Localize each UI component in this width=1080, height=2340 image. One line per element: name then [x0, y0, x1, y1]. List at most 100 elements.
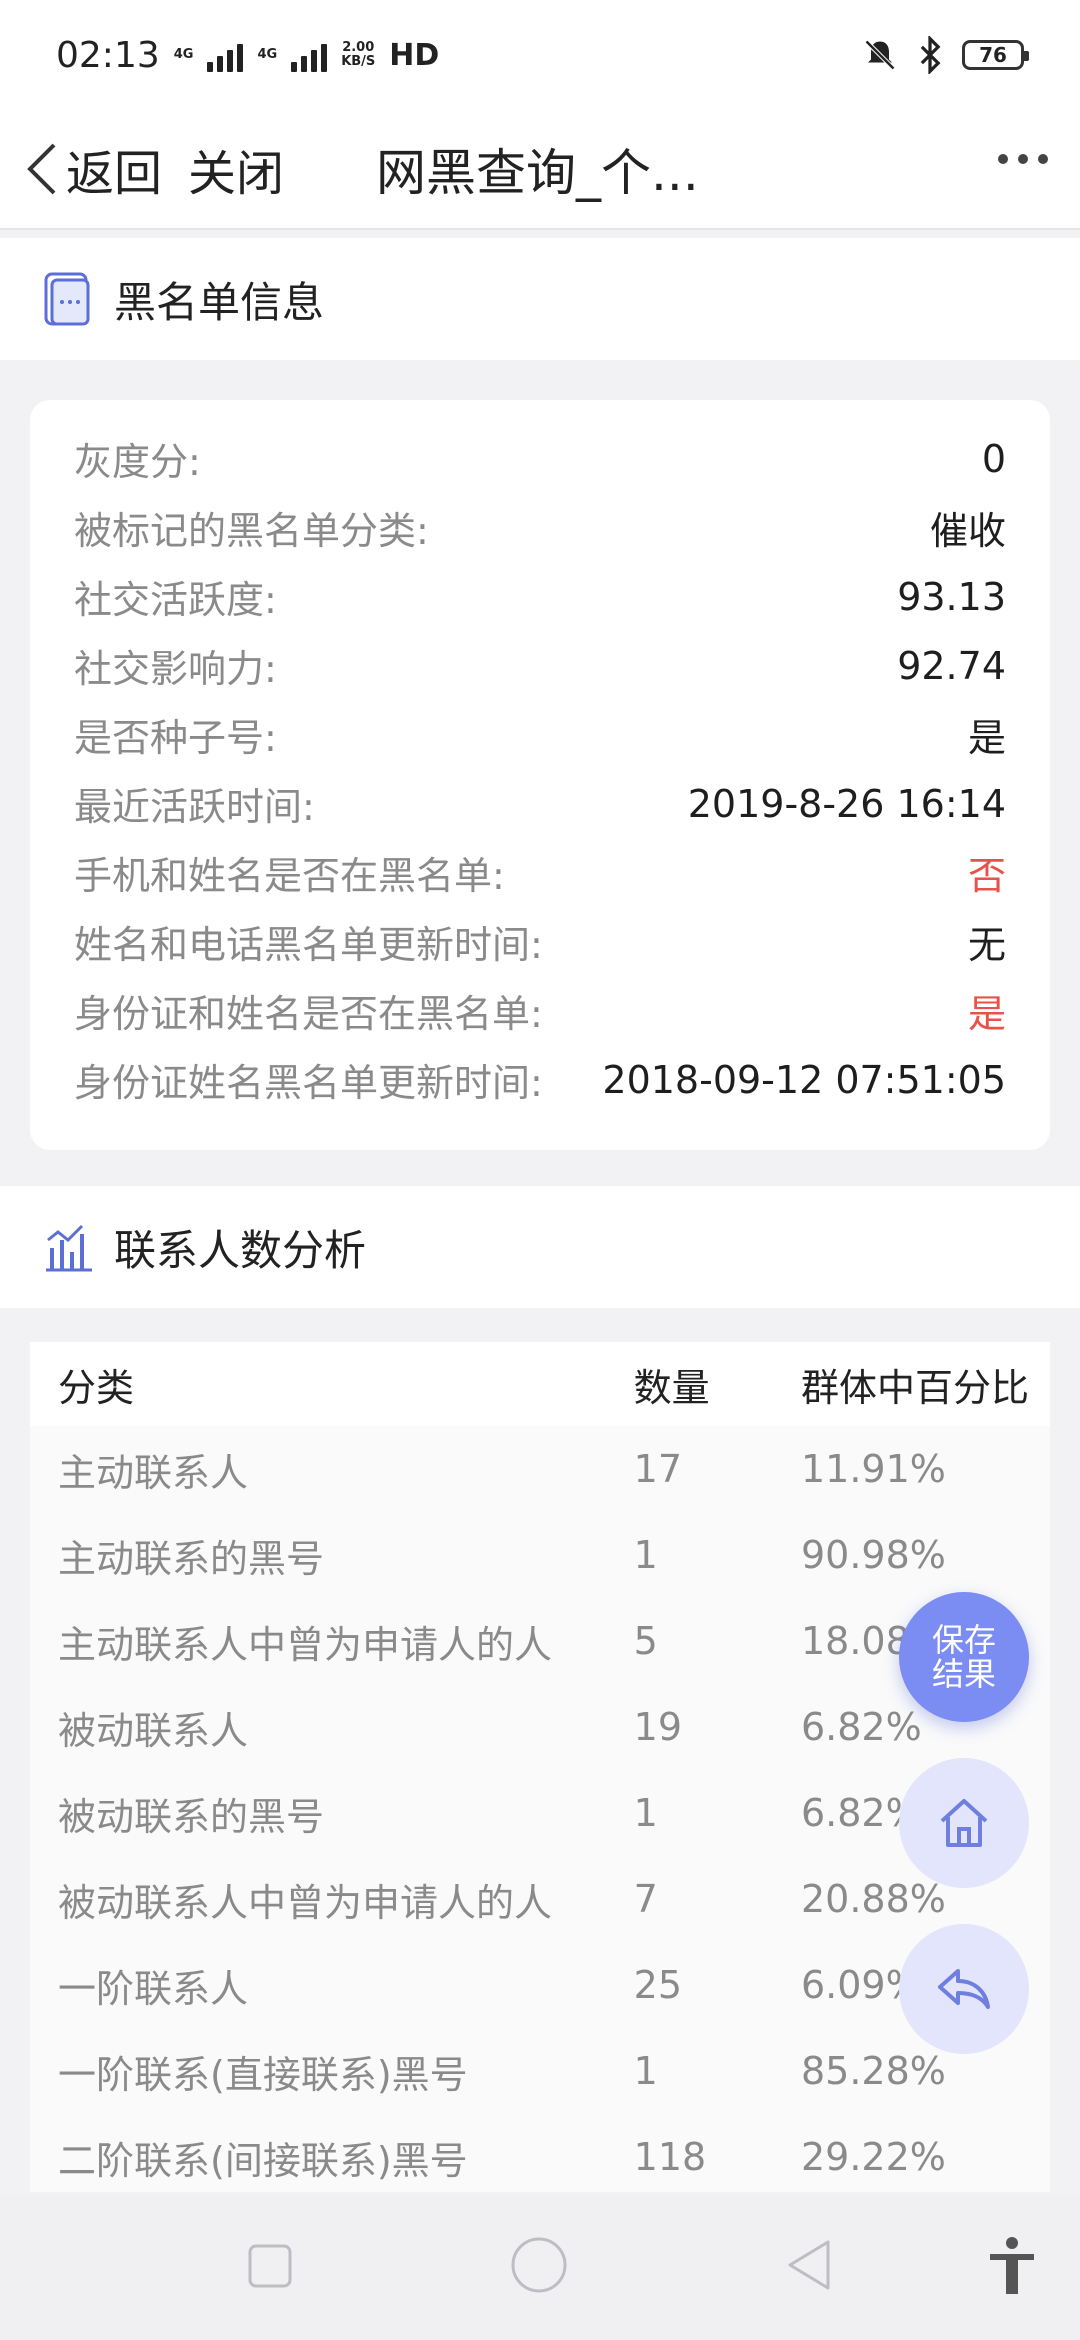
count-cell: 1 — [633, 2049, 658, 2093]
save-result-label-2: 结果 — [931, 1655, 996, 1693]
signal-strength-icon — [207, 38, 244, 72]
count-cell: 118 — [633, 2135, 707, 2179]
info-row: 灰度分: 0 — [30, 424, 1050, 493]
count-cell: 17 — [633, 1447, 683, 1491]
back-triangle-icon[interactable] — [784, 2238, 834, 2292]
column-header-percent: 群体中百分比 — [801, 1365, 1030, 1410]
accessibility-icon[interactable] — [986, 2236, 1038, 2298]
count-cell: 5 — [633, 1619, 658, 1663]
back-label: 返回 — [66, 146, 163, 202]
more-dot-icon — [998, 154, 1008, 164]
more-options-button[interactable] — [998, 154, 1048, 164]
table-row: 主动联系人 17 11.91% — [30, 1426, 1050, 1512]
network-speed-unit: KB/S — [341, 54, 376, 69]
info-value: 2018-09-12 07:51:05 — [602, 1057, 1006, 1102]
battery-icon: 76 — [962, 40, 1029, 70]
bar-chart-icon — [46, 1224, 92, 1272]
info-value: 92.74 — [897, 643, 1006, 688]
network-speed-value: 2.00 — [342, 40, 375, 55]
info-row: 社交影响力: 92.74 — [30, 631, 1050, 700]
info-row: 被标记的黑名单分类: 催收 — [30, 493, 1050, 562]
hd-label: HD — [389, 37, 440, 73]
system-navigation-bar — [0, 2196, 1080, 2340]
contacts-section-title: 联系人数分析 — [114, 1225, 367, 1275]
info-row: 社交活跃度: 93.13 — [30, 562, 1050, 631]
contacts-section-header: 联系人数分析 — [0, 1186, 1080, 1308]
document-list-icon — [44, 272, 90, 326]
close-button[interactable]: 关闭 — [188, 134, 284, 204]
table-row: 一阶联系人 25 6.09% — [30, 1942, 1050, 2028]
percent-cell: 20.88% — [801, 1877, 946, 1921]
percent-cell: 6.82% — [801, 1705, 922, 1749]
column-header-category: 分类 — [58, 1365, 135, 1410]
info-label: 最近活跃时间: — [74, 785, 315, 829]
info-value: 2019-8-26 16:14 — [687, 781, 1006, 826]
recent-apps-icon[interactable] — [246, 2242, 294, 2290]
category-cell: 一阶联系(直接联系)黑号 — [58, 2052, 468, 2097]
info-label: 是否种子号: — [74, 716, 277, 760]
home-button[interactable] — [899, 1758, 1029, 1888]
home-circle-icon[interactable] — [510, 2236, 568, 2294]
info-value: 93.13 — [897, 574, 1006, 619]
category-cell: 被动联系人 — [58, 1708, 249, 1753]
percent-cell: 85.28% — [801, 2049, 946, 2093]
info-row: 姓名和电话黑名单更新时间: 无 — [30, 907, 1050, 976]
table-row: 被动联系人 19 6.82% — [30, 1684, 1050, 1770]
table-row: 一阶联系(直接联系)黑号 1 85.28% — [30, 2028, 1050, 2114]
network-speed: 2.00 KB/S — [341, 41, 375, 69]
count-cell: 1 — [633, 1791, 658, 1835]
info-value: 无 — [967, 923, 1006, 967]
status-bar: 02:13 4G 4G 2.00 KB/S HD 76 — [0, 0, 1080, 110]
table-header: 分类 数量 群体中百分比 — [30, 1342, 1050, 1426]
info-row: 是否种子号: 是 — [30, 700, 1050, 769]
blacklist-section-title: 黑名单信息 — [114, 277, 325, 327]
category-cell: 被动联系人中曾为申请人的人 — [58, 1880, 553, 1925]
info-value: 是 — [967, 992, 1006, 1036]
info-row: 手机和姓名是否在黑名单: 否 — [30, 838, 1050, 907]
info-label: 社交活跃度: — [74, 578, 277, 622]
network-type-1: 4G — [173, 47, 194, 62]
info-row: 最近活跃时间: 2019-8-26 16:14 — [30, 769, 1050, 838]
save-result-label-1: 保存 — [931, 1621, 996, 1659]
info-label: 社交影响力: — [74, 647, 277, 691]
battery-level: 76 — [979, 43, 1007, 67]
page-title: 网黑查询_个... — [376, 144, 699, 202]
info-row: 身份证和姓名是否在黑名单: 是 — [30, 976, 1050, 1045]
bluetooth-icon — [920, 36, 941, 74]
category-cell: 主动联系人 — [58, 1450, 249, 1495]
network-type-2: 4G — [257, 47, 278, 62]
home-icon — [940, 1799, 988, 1847]
back-button[interactable]: 返回 — [22, 110, 162, 228]
count-cell: 19 — [633, 1705, 683, 1749]
table-row: 主动联系的黑号 1 90.98% — [30, 1512, 1050, 1598]
table-row: 被动联系人中曾为申请人的人 7 20.88% — [30, 1856, 1050, 1942]
status-time: 02:13 — [56, 34, 160, 76]
table-body: 主动联系人 17 11.91% 主动联系的黑号 1 90.98% 主动联系人中曾为申请人的人… — [30, 1426, 1050, 2192]
info-value: 否 — [967, 854, 1006, 898]
category-cell: 主动联系的黑号 — [58, 1536, 325, 1581]
more-dot-icon — [1038, 154, 1048, 164]
info-label: 手机和姓名是否在黑名单: — [74, 854, 505, 898]
info-label: 身份证姓名黑名单更新时间: — [74, 1061, 543, 1105]
contacts-table: 分类 数量 群体中百分比 主动联系人 17 11.91% 主动联系的黑号 1 90.98%… — [30, 1342, 1050, 2192]
count-cell: 7 — [633, 1877, 658, 1921]
table-row: 主动联系人中曾为申请人的人 5 18.08% — [30, 1598, 1050, 1684]
blacklist-info-card: 灰度分: 0 被标记的黑名单分类: 催收社交活跃度: 93.13 社交影响力: 92.74 是… — [30, 400, 1050, 1150]
category-cell: 一阶联系人 — [58, 1966, 249, 2011]
category-cell: 被动联系的黑号 — [58, 1794, 325, 1839]
signal-strength-icon-2 — [291, 38, 328, 72]
blacklist-section-header: 黑名单信息 — [0, 238, 1080, 360]
info-value: 是 — [967, 716, 1006, 760]
count-cell: 1 — [633, 1533, 658, 1577]
more-dot-icon — [1018, 154, 1028, 164]
reply-back-button[interactable] — [899, 1924, 1029, 2054]
percent-cell: 11.91% — [801, 1447, 946, 1491]
info-value: 0 — [981, 436, 1006, 481]
category-cell: 二阶联系(间接联系)黑号 — [58, 2138, 468, 2183]
table-row: 二阶联系(间接联系)黑号 118 29.22% — [30, 2114, 1050, 2192]
info-row: 身份证姓名黑名单更新时间: 2018-09-12 07:51:05 — [30, 1045, 1050, 1114]
save-result-button[interactable]: 保存 结果 — [899, 1592, 1029, 1722]
mute-icon — [864, 39, 896, 71]
count-cell: 25 — [633, 1963, 683, 2007]
chevron-left-icon — [27, 143, 56, 195]
